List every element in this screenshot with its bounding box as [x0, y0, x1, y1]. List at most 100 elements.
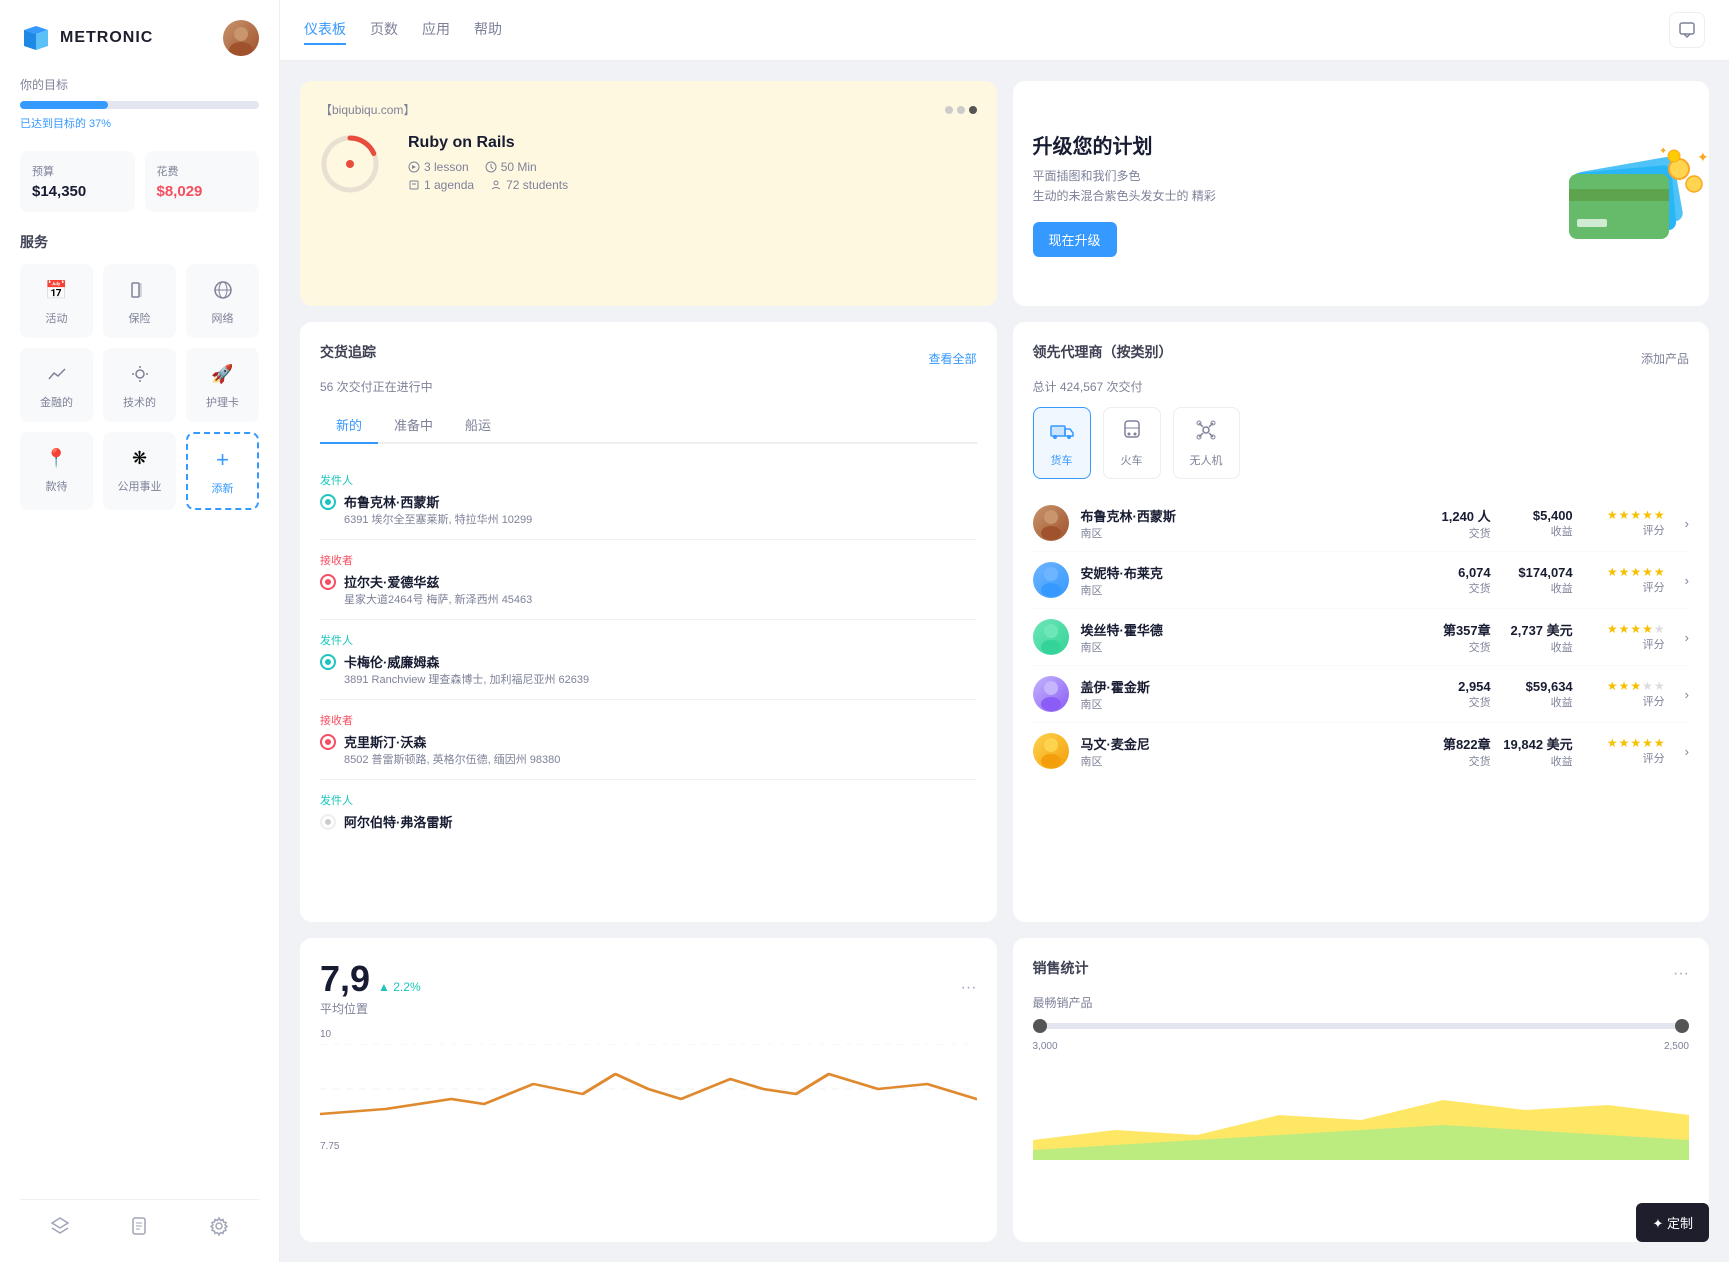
sender-addr-2: 3891 Ranchview 理查森博士, 加利福尼亚州 62639: [344, 671, 589, 687]
shipment-item-3: 发件人 阿尔伯特·弗洛雷斯: [320, 780, 977, 843]
sender-name-1: 布鲁克林·西蒙斯: [344, 492, 532, 511]
lessons-icon: [408, 161, 420, 173]
agent-money-5: 19,842 美元 收益: [1503, 734, 1573, 769]
agent-rating-2: ★★★★★: [1585, 565, 1665, 579]
agent-money-1: $5,400 收益: [1503, 508, 1573, 539]
shipment-label-recv-1: 接收者: [320, 552, 977, 568]
settings-icon[interactable]: [203, 1210, 235, 1242]
cat-tab-train[interactable]: 火车: [1103, 407, 1161, 479]
expense-value: $8,029: [157, 183, 248, 200]
agent-rev-label-5: 收益: [1503, 753, 1573, 769]
service-item-activity[interactable]: 📅 活动: [20, 264, 93, 338]
tracking-subtitle: 56 次交付正在进行中: [320, 378, 977, 395]
agent-arrow-3[interactable]: ›: [1685, 630, 1689, 645]
tech-icon: [126, 360, 154, 388]
add-icon: +: [209, 446, 237, 474]
agent-trans-label-5: 交货: [1431, 753, 1491, 769]
service-item-hospitality[interactable]: 📍 款待: [20, 432, 93, 510]
meta-lessons: 3 lesson: [408, 160, 469, 174]
service-item-network[interactable]: 网络: [186, 264, 259, 338]
upgrade-left: 升级您的计划 平面插图和我们多色 生动的未混合紫色头发女士的 精彩 现在升级: [1033, 130, 1550, 256]
cat-label-train: 火车: [1121, 452, 1143, 468]
agent-arrow-4[interactable]: ›: [1685, 687, 1689, 702]
slider-left-handle[interactable]: [1033, 1019, 1047, 1033]
shipment-item-recv-2: 接收者 克里斯汀·沃森 8502 普雷斯顿路, 英格尔伍德, 缅因州 98380: [320, 700, 977, 780]
agent-info-4: 盖伊·霍金斯 南区: [1081, 677, 1419, 712]
service-item-insurance[interactable]: 保险: [103, 264, 176, 338]
agent-transactions-4: 2,954: [1431, 679, 1491, 694]
tab-preparing[interactable]: 准备中: [378, 407, 449, 442]
tab-new[interactable]: 新的: [320, 407, 378, 444]
agent-trans-label-2: 交货: [1431, 580, 1491, 596]
customize-button[interactable]: ✦ 定制: [1636, 1203, 1709, 1242]
receiver-addr-2: 8502 普雷斯顿路, 英格尔伍德, 缅因州 98380: [344, 751, 560, 767]
receiver-dot-2: [320, 734, 336, 750]
agent-transactions-3: 第357章: [1431, 620, 1491, 639]
shipment-row-recv-1: 拉尔夫·爱德华兹 星家大道2464号 梅萨, 新泽西州 45463: [320, 572, 977, 607]
agent-row-1: 布鲁克林·西蒙斯 南区 1,240 人 交货 $5,400 收益 ★★★★★ 评…: [1033, 495, 1690, 552]
layers-icon[interactable]: [44, 1210, 76, 1242]
user-avatar[interactable]: [223, 20, 259, 56]
nav-pages[interactable]: 页数: [370, 15, 398, 45]
duration-icon: [485, 161, 497, 173]
sales-more-icon[interactable]: ···: [1673, 965, 1689, 983]
agent-arrow-5[interactable]: ›: [1685, 744, 1689, 759]
view-all-link[interactable]: 查看全部: [928, 350, 976, 367]
chart-y-labels: 3,000 2,500: [1033, 1041, 1690, 1052]
service-item-add[interactable]: + 添新: [186, 432, 259, 510]
course-card: 【biqubiqu.com】 Ruby on Rails: [300, 81, 997, 306]
finance-icon: [43, 360, 71, 388]
agent-name-5: 马文·麦金尼: [1081, 734, 1419, 753]
cat-tab-drone[interactable]: 无人机: [1173, 407, 1240, 479]
sender-dot-1: [320, 494, 336, 510]
agent-revenue-5: 19,842 美元: [1503, 734, 1573, 753]
agent-revenue-3: 2,737 美元: [1503, 620, 1573, 639]
cat-tab-truck[interactable]: 货车: [1033, 407, 1091, 479]
stats-more-icon[interactable]: ···: [961, 979, 977, 997]
agent-info-5: 马文·麦金尼 南区: [1081, 734, 1419, 769]
tracking-title: 交货追踪: [320, 342, 376, 362]
nav-dashboard[interactable]: 仪表板: [304, 15, 346, 45]
avg-label: 平均位置: [320, 1000, 421, 1017]
agent-zone-2: 南区: [1081, 582, 1419, 598]
stats-card: 7,9 ▲ 2.2% 平均位置 ··· 10 7.75: [300, 938, 997, 1242]
agent-stat-4: 2,954 交货: [1431, 679, 1491, 710]
agent-rating-col-5: ★★★★★ 评分: [1585, 736, 1665, 766]
sender-dot-inner-3: [325, 819, 331, 825]
range-slider[interactable]: [1033, 1023, 1690, 1029]
nav-help[interactable]: 帮助: [474, 15, 502, 45]
add-product-button[interactable]: 添加产品: [1641, 350, 1689, 367]
logo-text: METRONIC: [60, 29, 153, 47]
shipment-row-recv-2: 克里斯汀·沃森 8502 普雷斯顿路, 英格尔伍德, 缅因州 98380: [320, 732, 977, 767]
slider-right-handle[interactable]: [1675, 1019, 1689, 1033]
cat-label-drone: 无人机: [1190, 452, 1223, 468]
receiver-dot-inner-2: [325, 739, 331, 745]
service-label-insurance: 保险: [129, 310, 151, 326]
course-info: Ruby on Rails 3 lesson 50 Min: [408, 134, 977, 192]
agent-arrow-1[interactable]: ›: [1685, 516, 1689, 531]
agents-card: 领先代理商（按类别） 添加产品 总计 424,567 次交付 货车 火车: [1013, 322, 1710, 922]
service-item-carecard[interactable]: 🚀 护理卡: [186, 348, 259, 422]
chat-icon[interactable]: [1669, 12, 1705, 48]
tab-shipping[interactable]: 船运: [449, 407, 507, 442]
services-title: 服务: [20, 232, 259, 252]
sales-card: 销售统计 ··· 最畅销产品 3,000 2,500: [1013, 938, 1710, 1242]
agent-stat-1: 1,240 人 交货: [1431, 506, 1491, 541]
shipment-row-1: 布鲁克林·西蒙斯 6391 埃尔全至塞莱斯, 特拉华州 10299: [320, 492, 977, 527]
agent-money-2: $174,074 收益: [1503, 565, 1573, 596]
document-icon[interactable]: [123, 1210, 155, 1242]
dot-1: [945, 106, 953, 114]
service-item-finance[interactable]: 金融的: [20, 348, 93, 422]
upgrade-button[interactable]: 现在升级: [1033, 222, 1117, 257]
agent-arrow-2[interactable]: ›: [1685, 573, 1689, 588]
service-item-utility[interactable]: ❋ 公用事业: [103, 432, 176, 510]
agent-rev-label-3: 收益: [1503, 639, 1573, 655]
agent-row-2: 安妮特·布莱克 南区 6,074 交货 $174,074 收益 ★★★★★ 评分: [1033, 552, 1690, 609]
service-item-tech[interactable]: 技术的: [103, 348, 176, 422]
nav-apps[interactable]: 应用: [422, 15, 450, 45]
agent-name-1: 布鲁克林·西蒙斯: [1081, 506, 1419, 525]
shipment-label-3: 发件人: [320, 792, 977, 808]
sidebar-header: METRONIC: [20, 20, 259, 56]
course-dots: [945, 106, 977, 114]
agent-name-2: 安妮特·布莱克: [1081, 563, 1419, 582]
